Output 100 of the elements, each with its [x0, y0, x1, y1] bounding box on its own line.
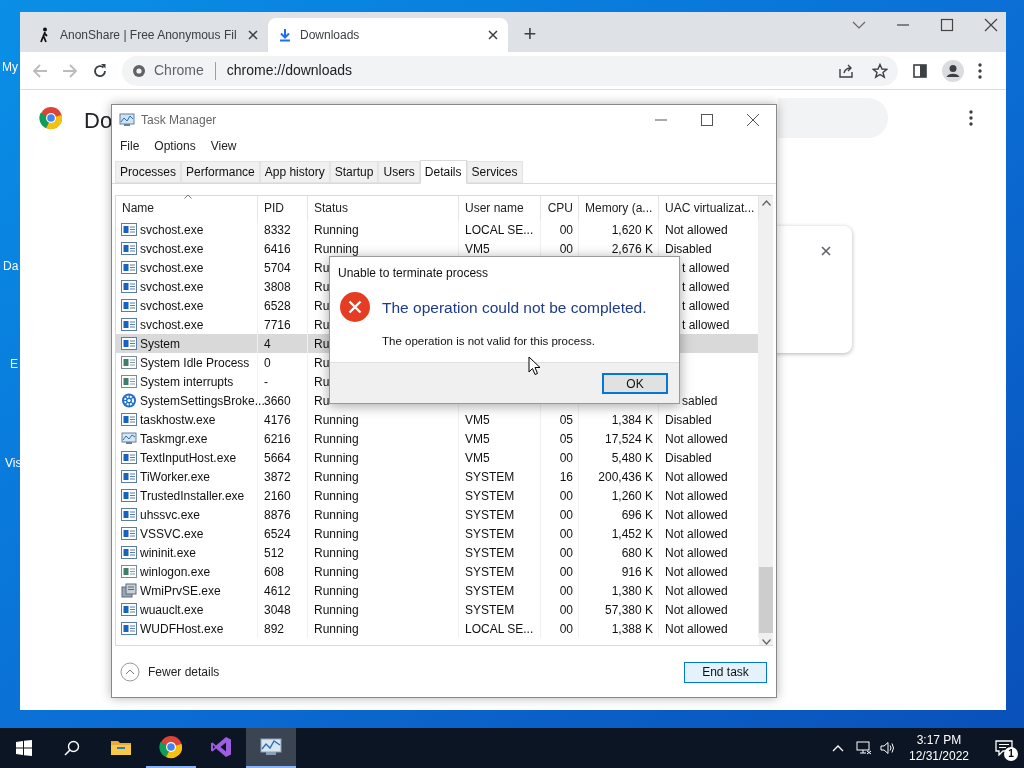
desktop-icon-label: Da: [3, 258, 19, 275]
table-cell-text: 1,452 K: [611, 525, 653, 543]
table-cell-text: 00: [559, 487, 573, 505]
process-name: System interrupts: [140, 373, 234, 391]
table-cell-text: t allowed: [681, 278, 730, 296]
table-cell-text: Disabled: [665, 411, 712, 429]
process-name: WmiPrvSE.exe: [140, 582, 221, 600]
table-cell-text: 5,480 K: [611, 449, 653, 467]
table-cell-text: Ru: [314, 297, 330, 315]
table-cell-text: Running: [314, 506, 359, 524]
table-cell-text: 1,260 K: [611, 487, 653, 505]
table-cell-text: Not allowed: [665, 525, 728, 543]
table-cell-text: 0: [264, 354, 271, 372]
table-cell-text: Ru: [314, 392, 330, 410]
table-cell-text: Not allowed: [665, 601, 728, 619]
process-name: winlogon.exe: [140, 563, 211, 581]
table-cell-text: Not allowed: [665, 582, 728, 600]
table-cell-text: 5664: [264, 449, 291, 467]
table-cell-text: SYSTEM: [465, 582, 515, 600]
process-name: uhssvc.exe: [140, 506, 201, 524]
table-cell-text: Running: [314, 468, 359, 486]
table-cell-text: 680 K: [621, 544, 653, 562]
table-cell-text: LOCAL SE...: [465, 221, 534, 239]
process-name: TrustedInstaller.exe: [140, 487, 245, 505]
table-cell-text: Ru: [314, 316, 330, 334]
table-cell-text: 00: [559, 620, 573, 638]
table-cell-text: 6216: [264, 430, 291, 448]
table-cell-text: Running: [314, 563, 359, 581]
process-name: svchost.exe: [140, 221, 204, 239]
table-cell-text: 1,380 K: [611, 582, 653, 600]
table-cell-text: -: [264, 373, 268, 391]
table-cell-text: Running: [314, 487, 359, 505]
process-name: wininit.exe: [140, 544, 197, 562]
table-cell-text: Running: [314, 449, 359, 467]
process-name: wuauclt.exe: [140, 601, 204, 619]
table-cell-text: 57,380 K: [604, 601, 653, 619]
table-cell-text: 1,388 K: [611, 620, 653, 638]
process-name: svchost.exe: [140, 278, 204, 296]
table-cell-text: Running: [314, 544, 359, 562]
table-cell-text: 00: [559, 563, 573, 581]
table-cell-text: Running: [314, 525, 359, 543]
tab-title: AnonShare | Free Anonymous Fil: [60, 27, 238, 44]
table-cell-text: Not allowed: [665, 506, 728, 524]
table-cell-text: Running: [314, 430, 359, 448]
page-heading: Do: [84, 107, 113, 135]
site-label: Chrome: [154, 61, 204, 80]
process-name: svchost.exe: [140, 316, 204, 334]
table-cell-text: SYSTEM: [465, 544, 515, 562]
table-cell-text: Ru: [314, 354, 330, 372]
table-cell-text: 17,524 K: [604, 430, 653, 448]
table-cell-text: Running: [314, 582, 359, 600]
table-cell-text: Not allowed: [665, 430, 728, 448]
process-name: Taskmgr.exe: [140, 430, 208, 448]
table-cell-text: 00: [559, 506, 573, 524]
process-name: svchost.exe: [140, 297, 204, 315]
table-cell-text: 4: [264, 335, 271, 353]
table-cell-text: 8332: [264, 221, 291, 239]
desktop-icon-label: My: [2, 59, 18, 76]
table-cell-text: 05: [559, 430, 573, 448]
dialog-title: Unable to terminate process: [337, 265, 490, 282]
table-cell-text: 512: [264, 544, 285, 562]
table-cell-text: 00: [559, 525, 573, 543]
table-cell-text: 16: [559, 468, 573, 486]
table-cell-text: Ru: [314, 335, 330, 353]
table-cell-text: VM5: [465, 240, 490, 258]
table-cell-text: 3048: [264, 601, 291, 619]
tab-title: Downloads: [300, 27, 361, 44]
process-name: System Idle Process: [140, 354, 250, 372]
table-cell-text: 6416: [264, 240, 291, 258]
table-cell-text: 8876: [264, 506, 291, 524]
table-cell-text: SYSTEM: [465, 563, 515, 581]
table-cell-text: 05: [559, 411, 573, 429]
table-cell-text: Running: [314, 601, 359, 619]
date-text: 12/31/2022: [908, 748, 970, 764]
desktop-icon-label: E: [10, 356, 18, 373]
process-name: svchost.exe: [140, 259, 204, 277]
process-name: SystemSettingsBroke...: [140, 392, 265, 410]
table-cell-text: LOCAL SE...: [465, 620, 534, 638]
table-cell-text: Disabled: [665, 240, 712, 258]
table-cell-text: 00: [559, 240, 573, 258]
time-text: 3:17 PM: [916, 732, 962, 748]
table-cell-text: 200,436 K: [598, 468, 653, 486]
table-cell-text: Running: [314, 411, 359, 429]
table-cell-text: 1,620 K: [611, 221, 653, 239]
table-cell-text: Ru: [314, 373, 330, 391]
process-name: WUDFHost.exe: [140, 620, 224, 638]
table-cell-text: Running: [314, 240, 359, 258]
table-cell-text: Not allowed: [665, 487, 728, 505]
table-cell-text: 2160: [264, 487, 291, 505]
table-cell-text: SYSTEM: [465, 525, 515, 543]
table-cell-text: 1,384 K: [611, 411, 653, 429]
table-cell-text: 7716: [264, 316, 291, 334]
table-cell-text: 608: [264, 563, 285, 581]
table-cell-text: 6524: [264, 525, 291, 543]
table-cell-text: Running: [314, 620, 359, 638]
table-cell-text: Running: [314, 221, 359, 239]
table-cell-text: 696 K: [621, 506, 653, 524]
table-cell-text: Not allowed: [665, 563, 728, 581]
table-cell-text: 00: [559, 221, 573, 239]
table-cell-text: t allowed: [681, 259, 730, 277]
